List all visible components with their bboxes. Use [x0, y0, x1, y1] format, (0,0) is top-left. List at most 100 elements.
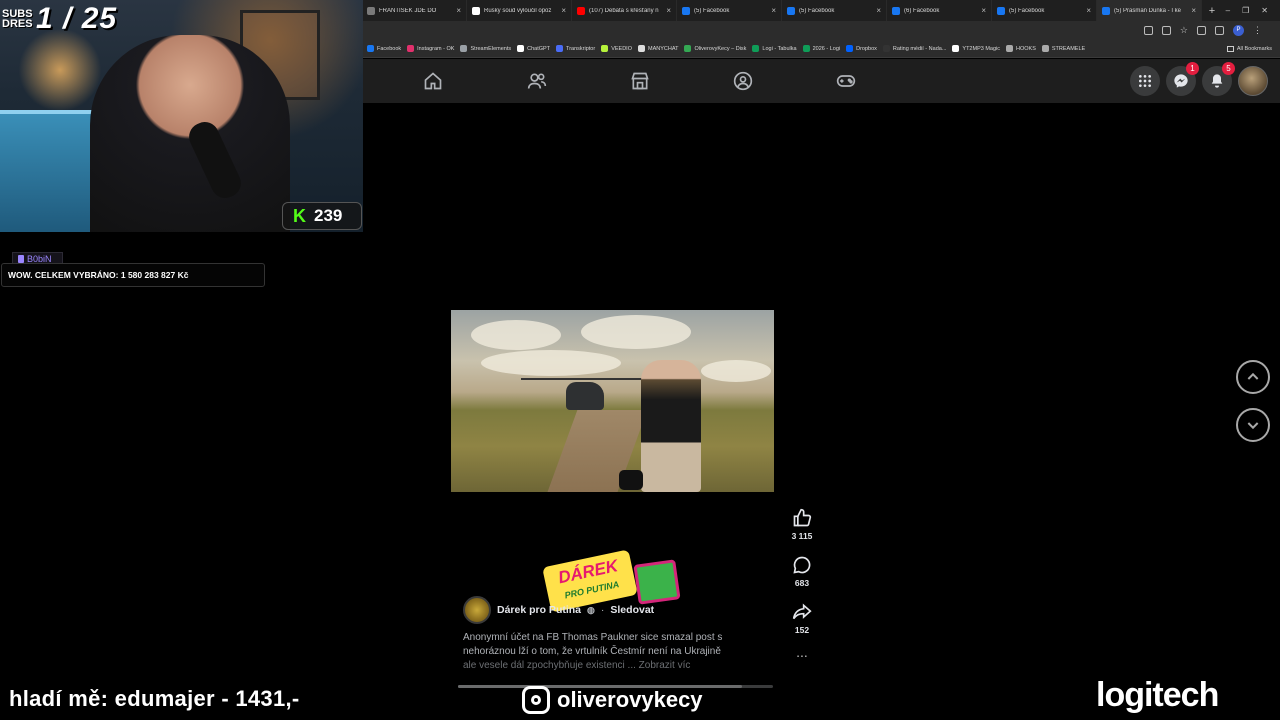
follow-button[interactable]: Sledovat	[610, 604, 654, 616]
browser-tab[interactable]: (107) Debata s křesťany n ×	[572, 0, 677, 21]
close-icon[interactable]: ×	[771, 6, 776, 15]
screen: FRANTIŠEK JDE DO × Ruský soud vyloučil op…	[0, 0, 1280, 720]
zoom-icon[interactable]	[1143, 26, 1153, 35]
comment-button[interactable]: 683	[786, 555, 818, 588]
like-button[interactable]: 3 115	[786, 508, 818, 541]
bookmark-item[interactable]: Facebook	[367, 45, 401, 52]
folder-icon	[1041, 45, 1049, 52]
messenger-button[interactable]: 1	[1166, 62, 1199, 96]
close-icon[interactable]: ×	[981, 6, 986, 15]
new-tab-button[interactable]: +	[1202, 5, 1222, 17]
share-button[interactable]: 152	[786, 602, 818, 635]
more-options-icon[interactable]: ...	[786, 645, 818, 659]
see-more-link[interactable]: Zobrazit víc	[639, 660, 691, 671]
bookmark-icon	[802, 45, 810, 52]
facebook-icon	[997, 6, 1005, 15]
bookmark-item[interactable]: STREAMELE	[1041, 45, 1086, 52]
minimize-icon[interactable]: –	[1226, 6, 1230, 15]
browser-tab-active[interactable]: (5) Prasman Dunka - I ke ×	[1097, 0, 1202, 21]
author-name[interactable]: Dárek pro Putina	[497, 604, 581, 616]
bookmark-label: STREAMELE	[1051, 45, 1086, 52]
cast-icon[interactable]	[1161, 26, 1171, 35]
bookmarks-bar: Facebook Instagram - OK StreamElements C…	[362, 40, 1280, 58]
tab-title: (5) Facebook	[799, 7, 835, 14]
sidebar-icon[interactable]	[1215, 26, 1224, 35]
groups-icon[interactable]	[733, 71, 753, 91]
close-icon[interactable]: ×	[1086, 6, 1091, 15]
menu-icon[interactable]: ⋮	[1253, 25, 1262, 36]
tab-title: (5) Facebook	[694, 7, 730, 14]
bookmark-item[interactable]: ChatGPT	[517, 45, 550, 52]
reel-video[interactable]	[451, 310, 774, 492]
bookmark-item[interactable]: 2026 - Logi	[802, 45, 840, 52]
bookmark-icon	[637, 45, 645, 52]
bookmark-label: Transkriptor	[566, 45, 596, 52]
account-avatar[interactable]	[1238, 66, 1268, 96]
caption-line: nehoráznou lží o tom, že vrtulník Čestmí…	[463, 646, 721, 657]
maximize-icon[interactable]: ❐	[1242, 6, 1249, 15]
browser-tab[interactable]: (5) Facebook ×	[677, 0, 782, 21]
bookmark-icon	[556, 45, 564, 52]
close-icon[interactable]: ×	[1191, 6, 1196, 15]
close-icon[interactable]: ×	[876, 6, 881, 15]
bookmark-label: Logi - Tabulka	[762, 45, 797, 52]
browser-tab[interactable]: (5) Facebook ×	[782, 0, 887, 21]
star-icon[interactable]: ☆	[1180, 25, 1188, 36]
bookmark-icon	[846, 45, 854, 52]
author-avatar[interactable]	[463, 596, 491, 624]
bookmark-icon	[407, 45, 415, 52]
gaming-icon[interactable]	[836, 71, 856, 91]
bookmark-item[interactable]: StreamElements	[460, 45, 511, 52]
facebook-icon	[892, 6, 900, 15]
bookmark-item[interactable]: Instagram - OK	[407, 45, 454, 52]
close-icon[interactable]: ×	[666, 6, 671, 15]
reel-actions: 3 115 683 152 ...	[786, 508, 818, 659]
bookmark-item[interactable]: YT2MP3 Magic	[952, 45, 1000, 52]
all-bookmarks[interactable]: All Bookmarks	[1226, 45, 1280, 52]
bookmark-item[interactable]: VEEDIO	[601, 45, 632, 52]
bookmark-item[interactable]: HOOKS	[1006, 45, 1036, 52]
bookmark-item[interactable]: Logi - Tabulka	[752, 45, 797, 52]
notifications-button[interactable]: 5	[1202, 62, 1235, 96]
profile-avatar[interactable]: P	[1233, 25, 1244, 36]
extensions-icon[interactable]	[1197, 26, 1206, 35]
window-controls: – ❐ ✕	[1226, 6, 1280, 15]
friends-icon[interactable]	[527, 71, 547, 91]
tab-title: FRANTIŠEK JDE DO	[379, 7, 437, 14]
browser-tab[interactable]: Ruský soud vyloučil opoz ×	[467, 0, 572, 21]
bookmark-label: Instagram - OK	[417, 45, 455, 52]
browser-tab[interactable]: (5) Facebook ×	[992, 0, 1097, 21]
caption-line: ale vesele dál zpochybňuje existenci ...	[463, 660, 636, 671]
bookmark-label: Facebook	[377, 45, 402, 52]
chevron-down-icon	[1247, 422, 1259, 430]
browser-tab[interactable]: FRANTIŠEK JDE DO ×	[362, 0, 467, 21]
globe-icon: ◍	[587, 604, 595, 615]
previous-reel-button[interactable]	[1236, 360, 1270, 394]
next-reel-button[interactable]	[1236, 408, 1270, 442]
instagram-icon	[522, 686, 550, 714]
bookmark-item[interactable]: MANYCHAT	[637, 45, 678, 52]
video-person	[641, 360, 701, 492]
marketplace-icon[interactable]	[630, 71, 650, 91]
grid-icon	[1139, 75, 1151, 87]
bookmark-icon	[882, 45, 890, 52]
bookmark-item[interactable]: Transkriptor	[556, 45, 595, 52]
all-bookmarks-label: All Bookmarks	[1236, 45, 1272, 52]
browser-tab[interactable]: (6) Facebook ×	[887, 0, 992, 21]
close-icon[interactable]: ×	[456, 6, 461, 15]
bookmark-item[interactable]: OliverovyKecy – Disk	[684, 45, 746, 52]
tab-favicon	[472, 6, 480, 15]
facebook-icon	[1102, 6, 1110, 15]
menu-grid-button[interactable]	[1130, 66, 1160, 96]
home-icon[interactable]	[423, 71, 443, 91]
close-icon[interactable]: ×	[561, 6, 566, 15]
bookmark-icon	[601, 45, 609, 52]
bookmark-label: Rating médií - Nada...	[892, 45, 947, 52]
close-window-icon[interactable]: ✕	[1261, 6, 1268, 15]
bookmark-item[interactable]: Rating médií - Nada...	[882, 45, 947, 52]
bookmark-icon	[460, 45, 468, 52]
folder-icon	[1006, 45, 1014, 52]
subs-goal-label: SUBS DRES	[2, 8, 33, 30]
bookmark-icon	[517, 45, 525, 52]
bookmark-item[interactable]: Dropbox	[846, 45, 877, 52]
